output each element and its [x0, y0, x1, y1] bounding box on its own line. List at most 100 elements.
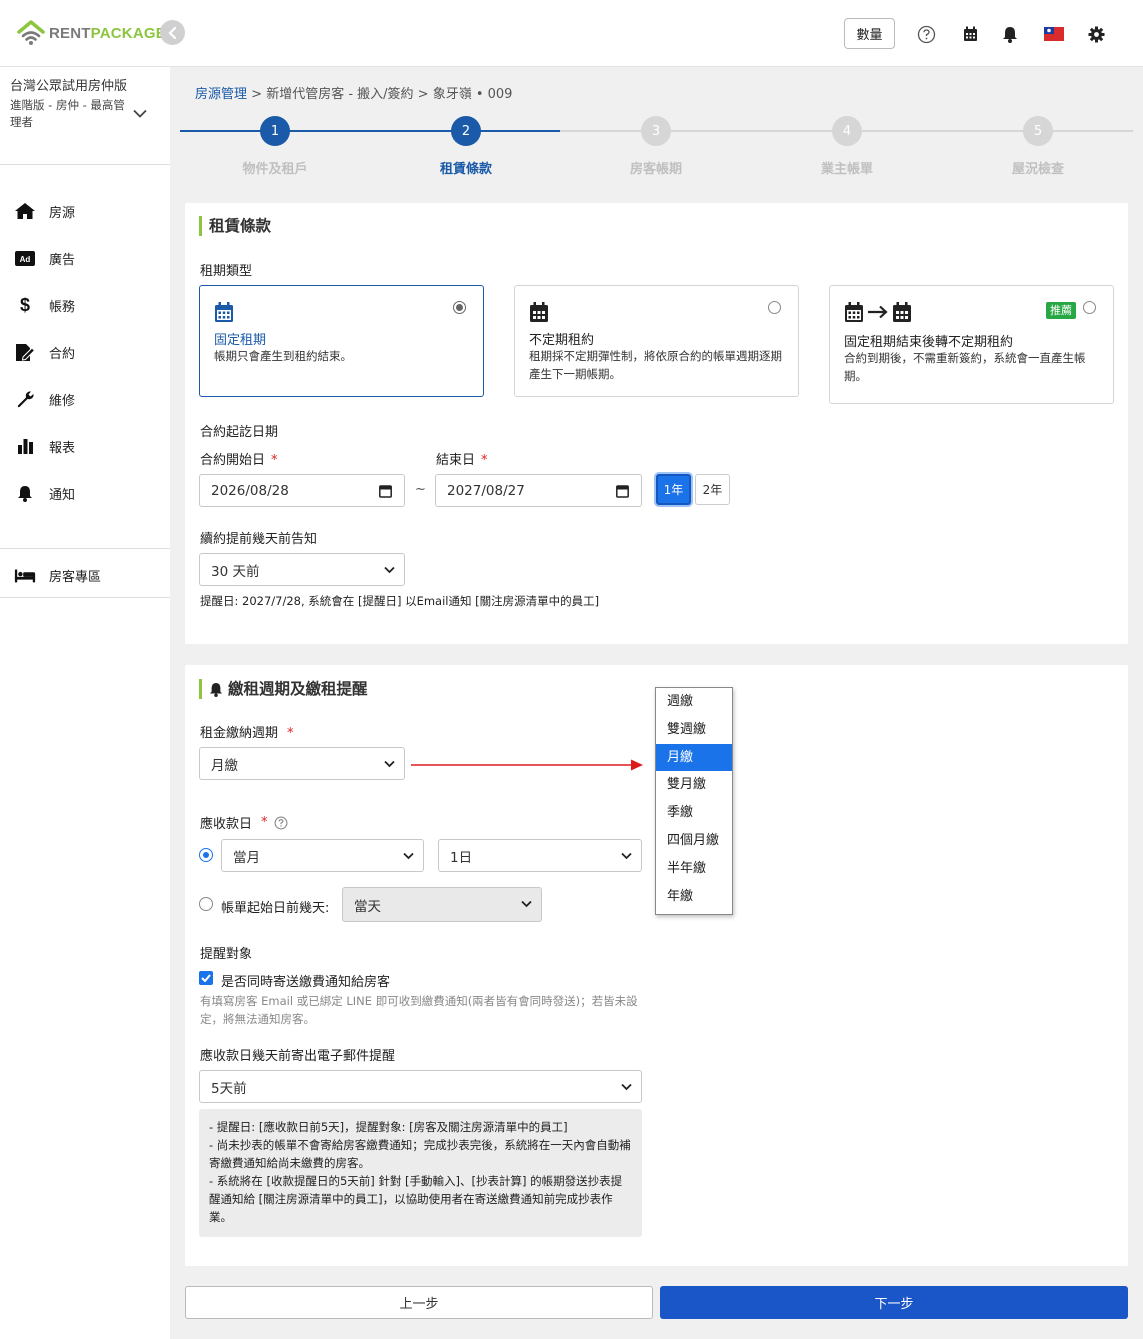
- cycle-option-weekly[interactable]: 週繳: [656, 688, 732, 716]
- lease-fixed-then-indefinite-radio[interactable]: [1083, 301, 1096, 314]
- bell-icon[interactable]: [1000, 24, 1020, 44]
- calendar-icon[interactable]: [616, 484, 629, 498]
- calendar-arrow-calendar-icon: [844, 301, 912, 323]
- lease-option-indefinite[interactable]: 不定期租約 租期採不定期彈性制，將依原合約的帳單週期逐期產生下一期帳期。: [514, 285, 799, 397]
- step-progress-line: [180, 130, 560, 132]
- reminder-note: - 提醒日: [應收款日前5天]，提醒對象: [房客及關注房源清單中的員工]: [209, 1120, 568, 1134]
- sidebar-item-label: 維修: [49, 393, 76, 409]
- payment-cycle-value: 月繳: [211, 757, 238, 774]
- due-month-radio[interactable]: [199, 848, 213, 862]
- reminder-notes-box: - 提醒日: [應收款日前5天]，提醒對象: [房客及關注房源清單中的員工] -…: [199, 1109, 642, 1237]
- sidebar-item-notifications[interactable]: 通知: [0, 473, 170, 513]
- sidebar-item-tenant-area[interactable]: 房客專區: [0, 555, 170, 595]
- cycle-option-biweekly[interactable]: 雙週繳: [656, 716, 732, 744]
- lease-indefinite-radio[interactable]: [768, 301, 781, 314]
- logo[interactable]: RENTPACKAGE: [17, 20, 166, 46]
- section-title: 繳租週期及繳租提醒: [199, 679, 368, 699]
- cycle-option-quarterly[interactable]: 季繳: [656, 799, 732, 827]
- notify-target-label: 提醒對象: [200, 947, 253, 962]
- sidebar-item-contracts[interactable]: 合約: [0, 332, 170, 372]
- cycle-option-yearly[interactable]: 年繳: [656, 883, 732, 911]
- help-icon[interactable]: [916, 24, 936, 44]
- lease-terms-panel: 租賃條款 租期類型 固定租期 帳期只會產生到租約結束。 不定期租約 租期採不定期…: [185, 203, 1128, 644]
- org-name: 台灣公眾試用房仲版: [10, 79, 128, 94]
- sidebar-item-label: 房源: [49, 205, 76, 221]
- start-date-input[interactable]: 2026/08/28: [199, 474, 405, 507]
- before-days-radio[interactable]: [199, 897, 213, 911]
- section-title: 租賃條款: [199, 216, 271, 236]
- sidebar-item-accounting[interactable]: $ 帳務: [0, 285, 170, 325]
- card-title: 不定期租約: [529, 333, 595, 348]
- lease-option-fixed-then-indefinite[interactable]: 推薦 固定租期結束後轉不定期租約 合約到期後，不需重新簽約，系統會一直產生帳期。: [829, 285, 1114, 404]
- due-month-select[interactable]: 當月: [221, 839, 424, 872]
- due-month-value: 當月: [233, 849, 260, 866]
- step-5-label: 屋況檢查: [1011, 162, 1064, 177]
- quantity-button[interactable]: 數量: [844, 18, 895, 49]
- calendar-icon[interactable]: [379, 484, 392, 498]
- email-reminder-value: 5天前: [211, 1080, 247, 1097]
- step-3-circle: 3: [641, 116, 671, 146]
- card-title: 固定租期: [214, 333, 267, 348]
- cycle-option-bimonthly[interactable]: 雙月繳: [656, 771, 732, 799]
- dollar-icon: $: [14, 295, 36, 315]
- renew-notice-select[interactable]: 30 天前: [199, 553, 405, 586]
- notify-tenant-hint: 有填寫房客 Email 或已綁定 LINE 即可收到繳費通知(兩者皆有會同時發送…: [200, 994, 638, 1026]
- taiwan-flag-icon[interactable]: [1043, 24, 1065, 44]
- step-2-circle[interactable]: 2: [451, 116, 481, 146]
- bed-icon: [14, 565, 36, 585]
- reminder-note: - 尚未抄表的帳單不會寄給房客繳費通知；完成抄表完後，系統將在一天內會自動補寄繳…: [209, 1138, 631, 1170]
- payment-cycle-select[interactable]: 月繳: [199, 747, 405, 780]
- due-date-label: 應收款日 *: [200, 813, 288, 832]
- recommended-badge: 推薦: [1046, 302, 1076, 319]
- step-4-circle: 4: [832, 116, 862, 146]
- due-day-select[interactable]: 1日: [438, 839, 642, 872]
- sidebar: 台灣公眾試用房仲版 進階版 - 房仲 - 最高管理者 房源 Ad 廣告 $ 帳務…: [0, 67, 170, 1339]
- collapse-sidebar-button[interactable]: [160, 20, 185, 45]
- one-year-button[interactable]: 1年: [656, 474, 691, 505]
- chevron-left-icon: [167, 26, 176, 39]
- lease-option-fixed[interactable]: 固定租期 帳期只會產生到租約結束。: [199, 285, 484, 397]
- cycle-option-monthly[interactable]: 月繳: [656, 743, 732, 772]
- cycle-option-half-year[interactable]: 半年繳: [656, 855, 732, 883]
- org-switcher[interactable]: 台灣公眾試用房仲版 進階版 - 房仲 - 最高管理者: [10, 77, 130, 131]
- breadcrumb: 房源管理 > 新增代管房客 - 搬入/簽約 > 象牙嶺 • 009: [195, 83, 512, 102]
- breadcrumb-root-link[interactable]: 房源管理: [195, 87, 247, 102]
- sidebar-item-repairs[interactable]: 維修: [0, 379, 170, 419]
- chevron-down-icon: [384, 566, 395, 574]
- step-1-label: 物件及租戶: [242, 162, 308, 177]
- org-role: 進階版 - 房仲 - 最高管理者: [10, 98, 125, 129]
- end-date-value: 2027/08/27: [447, 482, 525, 499]
- help-icon[interactable]: [274, 816, 288, 830]
- email-reminder-select[interactable]: 5天前: [199, 1070, 642, 1103]
- reminder-note: - 系統將在 [收款提醒日的5天前] 針對 [手動輸入]、[抄表計算] 的帳期發…: [209, 1174, 623, 1224]
- lease-type-label: 租期類型: [200, 264, 253, 279]
- cycle-option-four-months[interactable]: 四個月繳: [656, 827, 732, 855]
- ad-icon: Ad: [14, 248, 36, 268]
- svg-text:$: $: [20, 295, 30, 315]
- calendar-icon[interactable]: [960, 24, 980, 44]
- two-year-button[interactable]: 2年: [695, 474, 730, 505]
- end-date-input[interactable]: 2027/08/27: [435, 474, 642, 507]
- lease-fixed-radio[interactable]: [453, 301, 466, 314]
- sidebar-item-listings[interactable]: 房源: [0, 191, 170, 231]
- sidebar-item-ads[interactable]: Ad 廣告: [0, 238, 170, 278]
- date-range-separator: ~: [415, 482, 426, 497]
- svg-text:Ad: Ad: [20, 255, 31, 264]
- before-days-value: 當天: [354, 898, 381, 915]
- renew-notice-value: 30 天前: [211, 563, 260, 580]
- sidebar-divider: [0, 597, 170, 598]
- previous-step-button[interactable]: 上一步: [185, 1286, 653, 1319]
- chevron-down-icon[interactable]: [133, 109, 147, 118]
- notify-tenant-checkbox[interactable]: [199, 971, 213, 985]
- chevron-down-icon: [403, 852, 414, 860]
- card-description: 合約到期後，不需重新簽約，系統會一直產生帳期。: [844, 351, 1086, 383]
- payment-cycle-label: 租金繳納週期 *: [200, 726, 294, 741]
- contract-icon: [14, 342, 36, 362]
- next-step-button[interactable]: 下一步: [660, 1286, 1128, 1319]
- sidebar-item-reports[interactable]: 報表: [0, 426, 170, 466]
- sidebar-divider: [0, 164, 170, 165]
- gear-icon[interactable]: [1086, 24, 1106, 44]
- before-days-select: 當天: [342, 887, 542, 922]
- step-1-circle[interactable]: 1: [260, 116, 290, 146]
- start-date-value: 2026/08/28: [211, 482, 289, 499]
